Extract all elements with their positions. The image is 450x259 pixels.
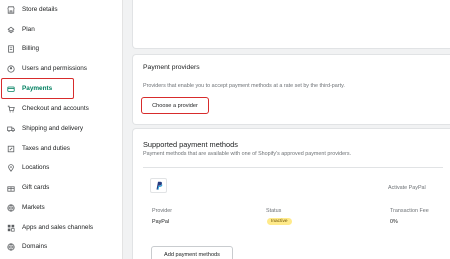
- sidebar-item-label: Shipping and delivery: [22, 125, 84, 132]
- globe-icon: [6, 203, 15, 212]
- sidebar-item-shipping[interactable]: Shipping and delivery: [0, 119, 123, 138]
- sidebar-item-label: Locations: [22, 164, 50, 171]
- store-icon: [6, 5, 15, 14]
- paypal-logo: [150, 178, 167, 193]
- column-header-status: Status: [266, 208, 282, 214]
- top-card: [133, 0, 450, 48]
- sidebar-item-apps[interactable]: Apps and sales channels: [0, 218, 123, 237]
- activate-paypal-link[interactable]: Activate PayPal: [388, 185, 426, 191]
- gift-icon: [6, 183, 15, 192]
- user-icon: [6, 64, 15, 73]
- sidebar-item-label: Gift cards: [22, 184, 50, 191]
- divider: [143, 167, 443, 168]
- settings-sidebar: Store details Plan Billing Users and per…: [0, 0, 123, 259]
- sidebar-item-checkout[interactable]: Checkout and accounts: [0, 99, 123, 118]
- sidebar-item-label: Apps and sales channels: [22, 224, 94, 231]
- taxes-icon: [6, 144, 15, 153]
- sidebar-item-label: Domains: [22, 243, 48, 250]
- sidebar-item-taxes[interactable]: Taxes and duties: [0, 139, 123, 158]
- sidebar-item-billing[interactable]: Billing: [0, 39, 123, 58]
- provider-value: PayPal: [152, 219, 170, 225]
- sidebar-item-users[interactable]: Users and permissions: [0, 59, 123, 78]
- sidebar-item-store-details[interactable]: Store details: [0, 0, 123, 19]
- column-header-fee: Transaction Fee: [390, 208, 429, 214]
- sidebar-item-plan[interactable]: Plan: [0, 20, 123, 39]
- sidebar-item-label: Checkout and accounts: [22, 105, 89, 112]
- payment-providers-description: Providers that enable you to accept paym…: [143, 83, 345, 89]
- supported-payment-methods-card: Supported payment methods Payment method…: [133, 129, 450, 259]
- plan-icon: [6, 25, 15, 34]
- billing-icon: [6, 44, 15, 53]
- apps-icon: [6, 223, 15, 232]
- sidebar-item-domains[interactable]: Domains: [0, 237, 123, 256]
- payment-providers-title: Payment providers: [143, 64, 200, 71]
- status-badge: Inactive: [267, 218, 292, 225]
- paypal-icon: [156, 181, 162, 190]
- sidebar-item-label: Users and permissions: [22, 65, 87, 72]
- sidebar-item-label: Store details: [22, 6, 58, 13]
- highlight-box: [1, 78, 74, 99]
- sidebar-item-label: Markets: [22, 204, 45, 211]
- sidebar-item-markets[interactable]: Markets: [0, 198, 123, 217]
- fee-value: 0%: [390, 219, 398, 225]
- add-payment-methods-button[interactable]: Add payment methods: [151, 246, 233, 259]
- sidebar-item-label: Plan: [22, 26, 35, 33]
- location-icon: [6, 163, 15, 172]
- supported-methods-title: Supported payment methods: [143, 140, 238, 149]
- globe-icon: [6, 242, 15, 251]
- payment-providers-card: Payment providers Providers that enable …: [133, 55, 450, 124]
- sidebar-item-gift-cards[interactable]: Gift cards: [0, 178, 123, 197]
- sidebar-item-locations[interactable]: Locations: [0, 158, 123, 177]
- sidebar-item-label: Taxes and duties: [22, 145, 70, 152]
- sidebar-item-label: Billing: [22, 45, 40, 52]
- column-header-provider: Provider: [152, 208, 173, 214]
- checkout-icon: [6, 104, 15, 113]
- main-content: Payment providers Providers that enable …: [123, 0, 450, 259]
- supported-methods-description: Payment methods that are available with …: [143, 151, 352, 157]
- choose-provider-button[interactable]: Choose a provider: [141, 97, 209, 114]
- truck-icon: [6, 124, 15, 133]
